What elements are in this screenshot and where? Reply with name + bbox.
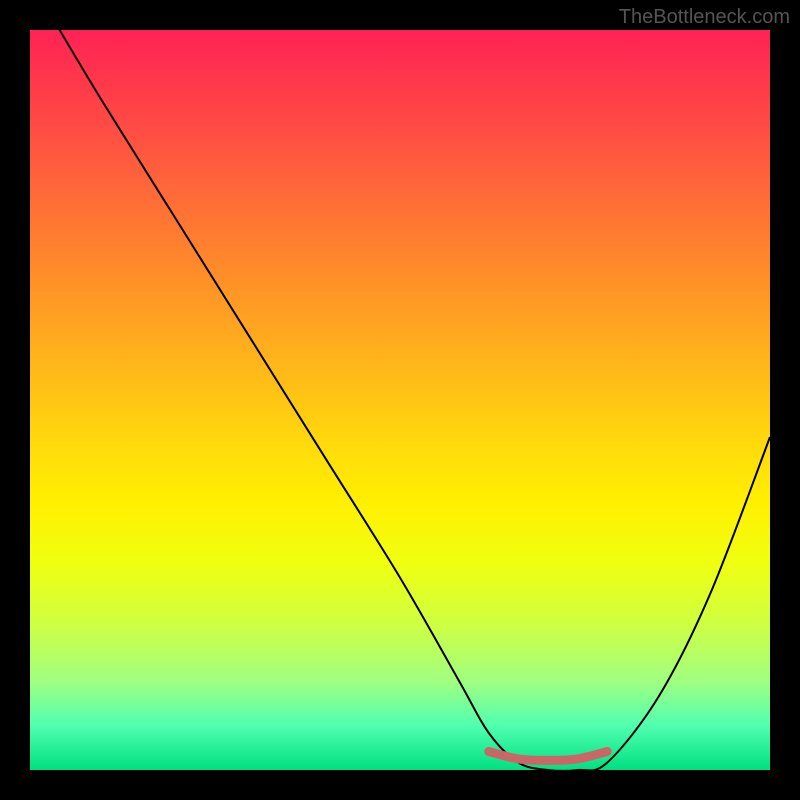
watermark-text: TheBottleneck.com [619, 6, 790, 29]
chart-container: TheBottleneck.com [0, 0, 800, 800]
curve-svg [30, 30, 770, 770]
bottleneck-curve [60, 30, 770, 770]
plot-area [30, 30, 770, 770]
minimum-marker [489, 752, 607, 761]
